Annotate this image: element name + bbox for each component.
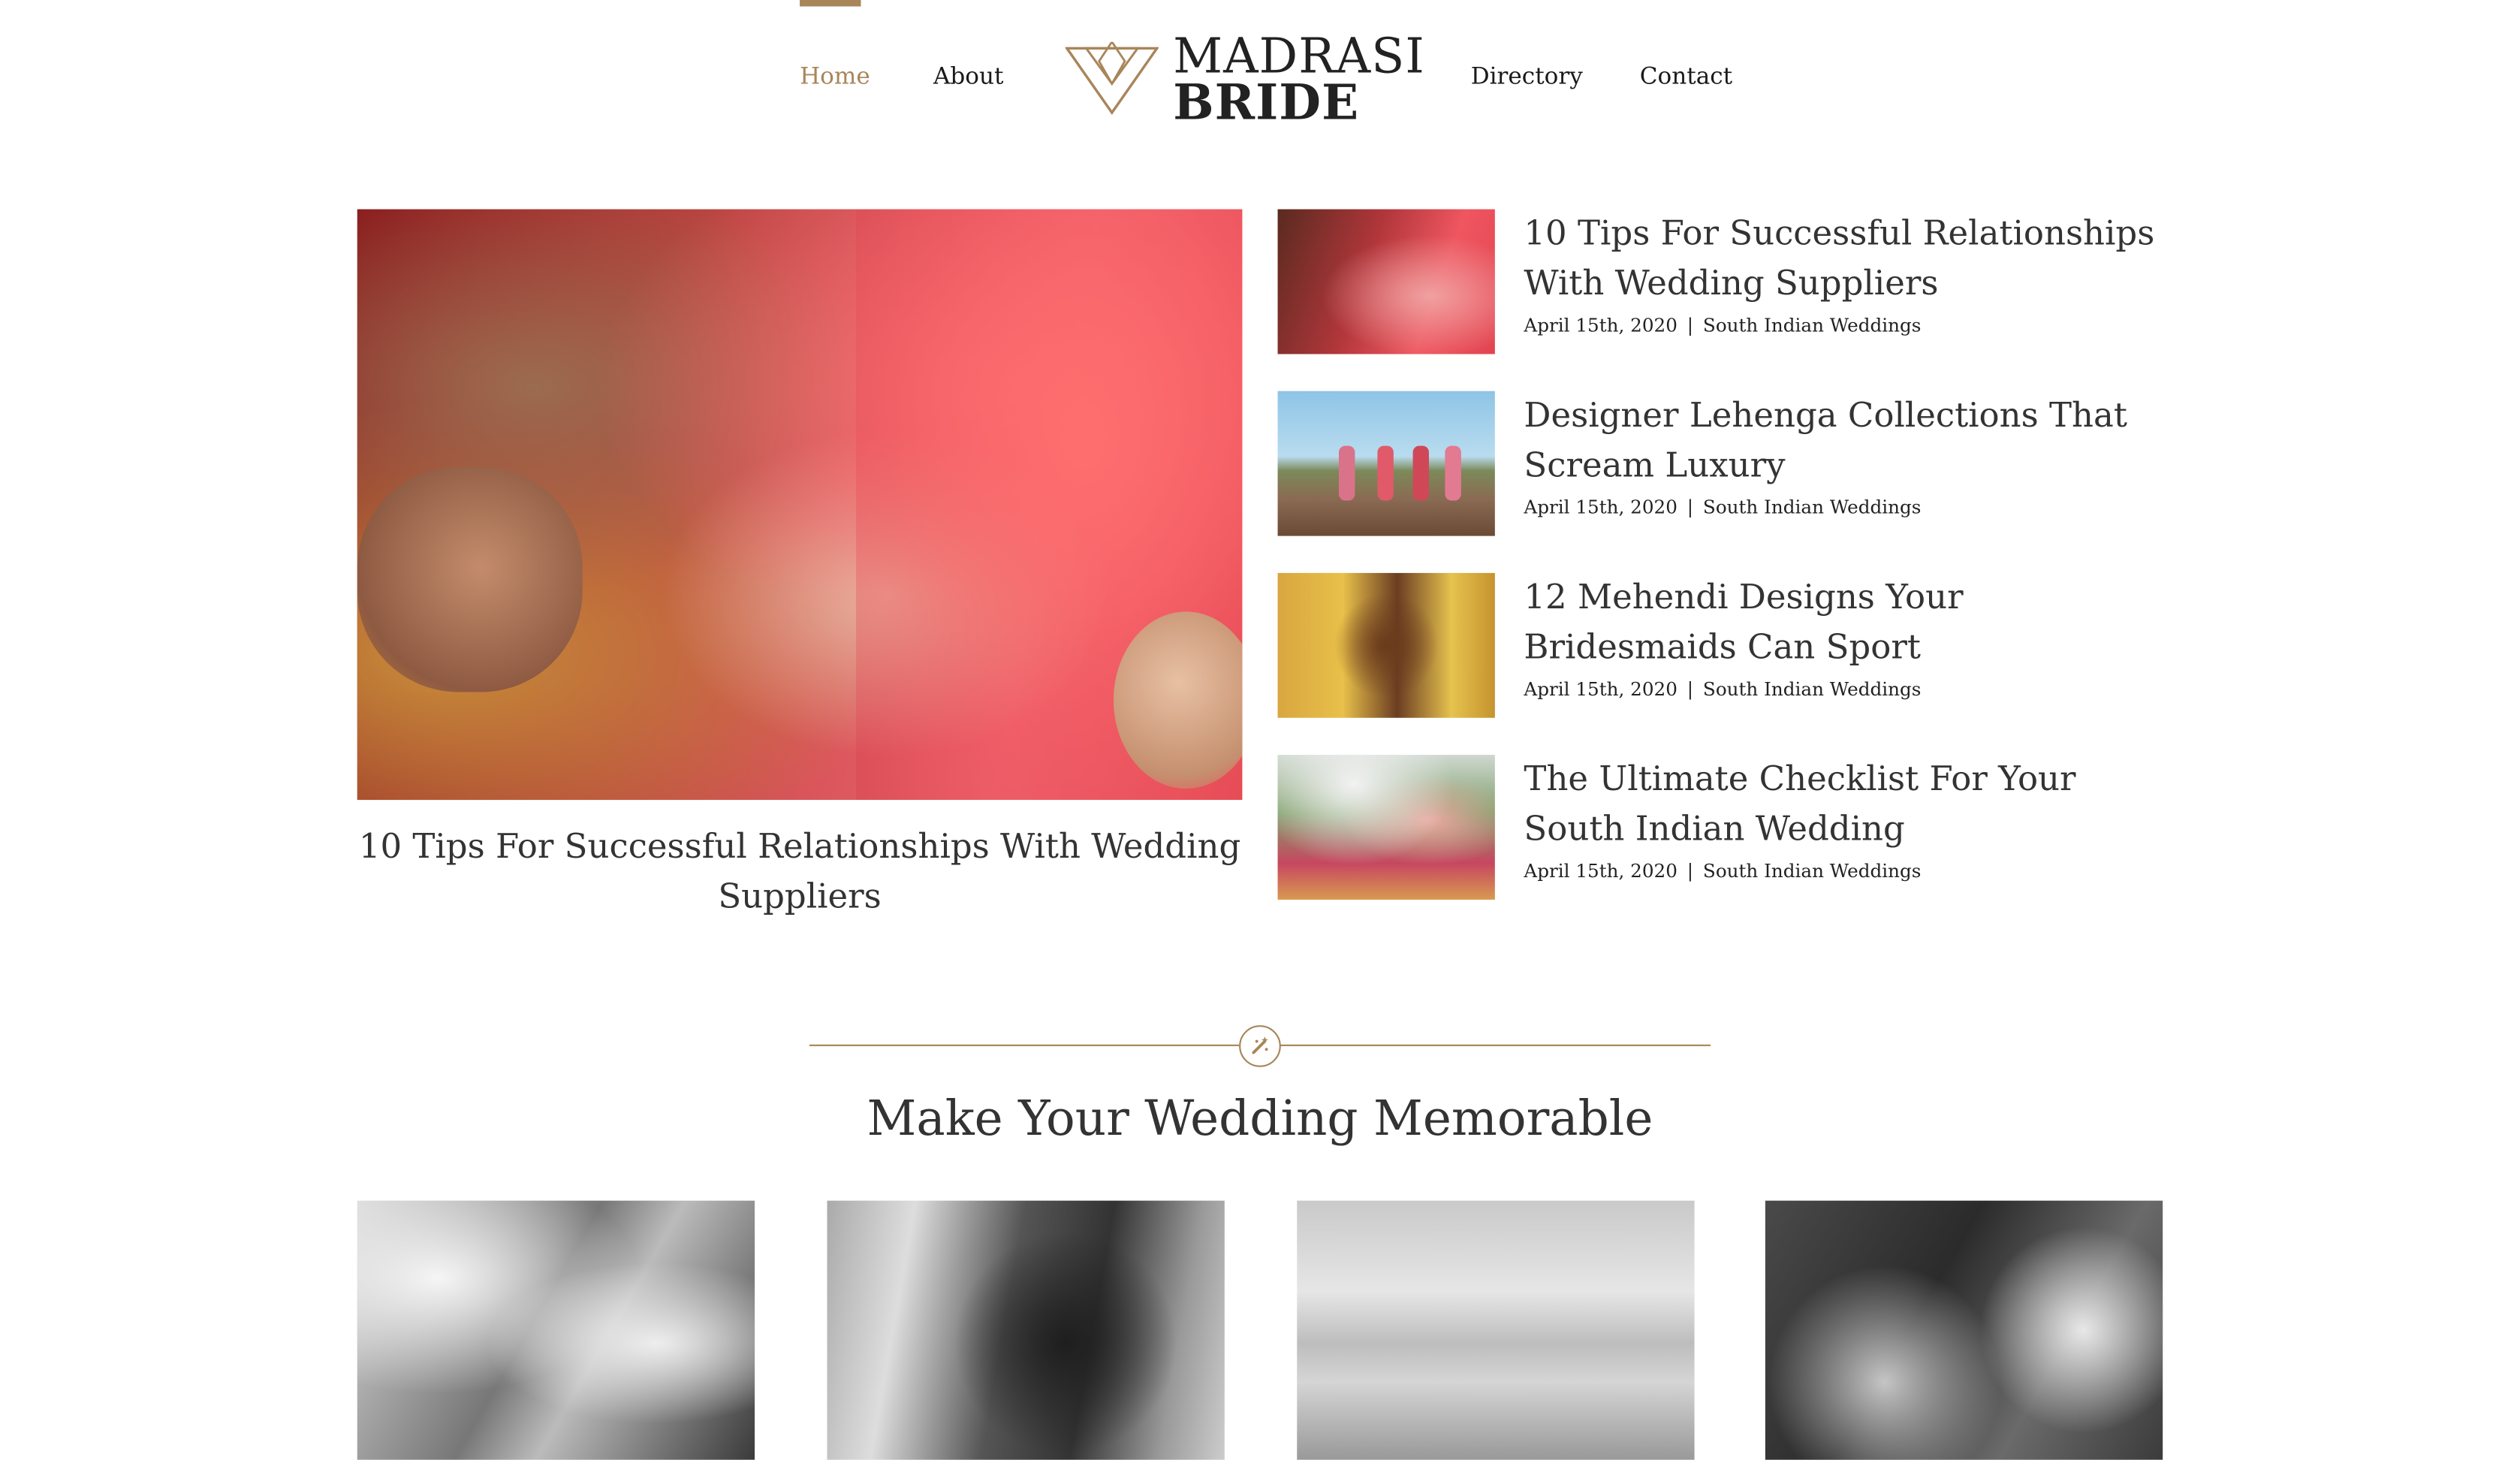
post-meta-separator: | [1687,313,1694,336]
post-thumbnail[interactable] [1277,209,1495,354]
post-category-link[interactable]: South Indian Weddings [1703,496,1922,518]
gallery-tile-4[interactable] [1765,1200,2163,1460]
post-thumbnail[interactable] [1277,572,1495,718]
nav-home-link[interactable]: Home [800,65,870,90]
post-title[interactable]: Designer Lehenga Collections That Scream… [1524,391,2184,491]
post-meta-separator: | [1687,677,1694,701]
post-thumbnail[interactable] [1277,391,1495,536]
logo-diamond-icon [1065,41,1159,115]
post-meta-separator: | [1687,859,1694,882]
thumb-figure [1338,445,1355,501]
post-meta: April 15th, 2020 | South Indian Weddings [1524,496,1921,518]
featured-image-groom [357,466,583,692]
post-date: April 15th, 2020 [1524,677,1677,701]
post-meta: April 15th, 2020 | South Indian Weddings [1524,314,1921,336]
thumb-figure [1445,445,1461,501]
thumb-figure [1377,445,1394,501]
site-logo[interactable]: MADRASI BRIDE [1065,29,1424,132]
featured-post-title[interactable]: 10 Tips For Successful Relationships Wit… [357,822,1243,922]
nav-contact-link[interactable]: Contact [1640,65,1732,90]
page: Home About MADRASI BRIDE Directory Conta… [0,0,2520,1460]
post-title[interactable]: The Ultimate Checklist For Your South In… [1524,755,2184,855]
nav-directory-link[interactable]: Directory [1471,65,1583,90]
gallery-tile-3[interactable] [1297,1200,1695,1460]
nav-about-link[interactable]: About [933,65,1004,90]
post-category-link[interactable]: South Indian Weddings [1703,859,1922,882]
divider-line-right [1279,1044,1711,1046]
thumb-figure [1412,445,1429,501]
post-item[interactable]: 12 Mehendi Designs Your Bridesmaids Can … [1277,572,2179,718]
post-title[interactable]: 10 Tips For Successful Relationships Wit… [1524,210,2184,309]
post-date: April 15th, 2020 [1524,313,1677,336]
post-category-link[interactable]: South Indian Weddings [1703,314,1922,336]
post-item[interactable]: The Ultimate Checklist For Your South In… [1277,755,2179,900]
post-title[interactable]: 12 Mehendi Designs Your Bridesmaids Can … [1524,573,2184,673]
post-thumbnail[interactable] [1277,755,1495,900]
post-item[interactable]: Designer Lehenga Collections That Scream… [1277,391,2179,536]
nav-active-indicator [800,0,861,7]
magic-wand-icon [1239,1025,1281,1067]
section-title: Make Your Wedding Memorable [867,1090,1653,1148]
post-date: April 15th, 2020 [1524,496,1677,519]
divider-line-left [809,1044,1240,1046]
post-meta: April 15th, 2020 | South Indian Weddings [1524,677,1921,700]
post-date: April 15th, 2020 [1524,859,1677,882]
logo-text-line2: BRIDE [1173,75,1360,132]
post-meta: April 15th, 2020 | South Indian Weddings [1524,859,1921,882]
post-category-link[interactable]: South Indian Weddings [1703,677,1922,700]
featured-post-image[interactable] [357,209,1243,801]
post-meta-separator: | [1687,496,1694,519]
gallery-tile-1[interactable] [357,1200,755,1460]
post-item[interactable]: 10 Tips For Successful Relationships Wit… [1277,209,2179,354]
gallery-tile-2[interactable] [827,1200,1225,1460]
